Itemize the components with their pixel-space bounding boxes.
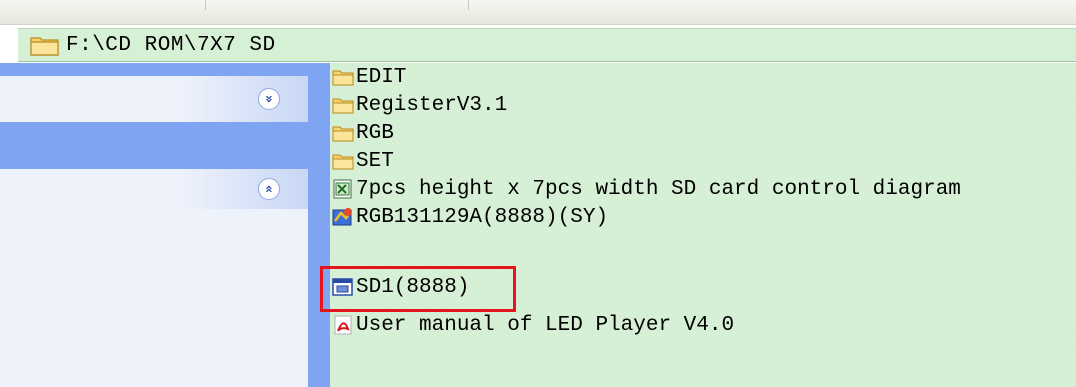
folder-icon: [30, 34, 60, 56]
list-item[interactable]: User manual of LED Player V4.0: [332, 311, 734, 339]
address-path[interactable]: F:\CD ROM\7X7 SD: [66, 34, 276, 57]
folder-icon: [332, 95, 354, 115]
file-name: RegisterV3.1: [356, 93, 508, 117]
list-item[interactable]: SET: [332, 147, 394, 175]
toolbar-separator: [205, 0, 206, 10]
file-name: RGB: [356, 121, 394, 145]
setup-icon: [332, 207, 354, 227]
file-name: SET: [356, 149, 394, 173]
folder-icon: [332, 151, 354, 171]
chevron-double-down-icon[interactable]: »: [258, 88, 280, 110]
spreadsheet-icon: [332, 179, 354, 199]
chevron-double-up-icon[interactable]: «: [258, 178, 280, 200]
task-pane-spacer: [0, 123, 308, 151]
list-item[interactable]: RGB131129A(8888)(SY): [332, 203, 608, 231]
task-pane: » «: [0, 63, 330, 387]
file-name: User manual of LED Player V4.0: [356, 313, 735, 337]
address-bar[interactable]: F:\CD ROM\7X7 SD: [18, 28, 1076, 62]
task-pane-panel-body: [0, 209, 308, 387]
list-item[interactable]: 7pcs height x 7pcs width SD card control…: [332, 175, 961, 203]
file-name: RGB131129A(8888)(SY): [356, 205, 609, 229]
toolbar-separator: [468, 0, 469, 10]
list-item[interactable]: RegisterV3.1: [332, 91, 507, 119]
pdf-icon: [332, 315, 354, 335]
file-name: EDIT: [356, 65, 407, 89]
list-item[interactable]: RGB: [332, 119, 394, 147]
folder-icon: [332, 123, 354, 143]
file-list: EDIT RegisterV3.1 RGB SET 7pcs height x …: [330, 63, 1076, 387]
task-pane-panel-header[interactable]: »: [0, 76, 308, 122]
toolbar: [0, 0, 1076, 25]
task-pane-panel-header[interactable]: «: [0, 169, 308, 209]
highlight-box: [320, 266, 516, 312]
file-name: 7pcs height x 7pcs width SD card control…: [356, 177, 961, 201]
folder-icon: [332, 67, 354, 87]
list-item[interactable]: EDIT: [332, 63, 406, 91]
